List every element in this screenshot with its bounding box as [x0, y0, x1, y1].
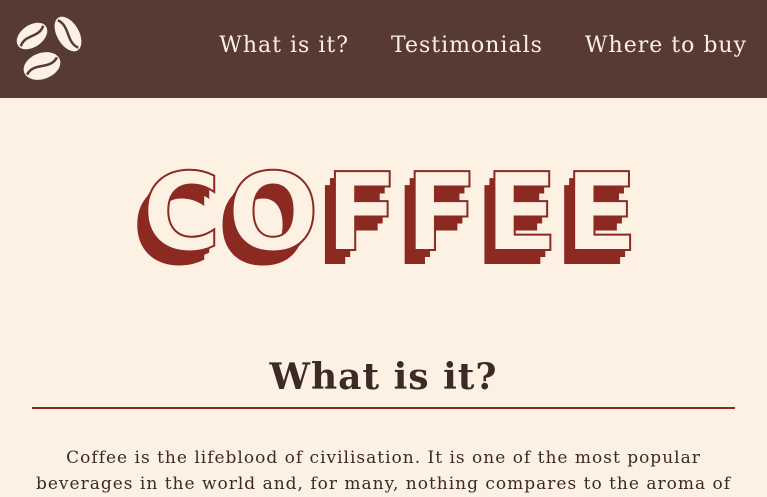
nav-link-testimonials[interactable]: Testimonials [391, 33, 543, 58]
section-divider [32, 407, 735, 409]
hero-logotype: COFFEE COFFEE COFFEE [132, 150, 644, 280]
top-navigation-bar: What is it? Testimonials Where to buy [0, 0, 767, 98]
nav-link-what-is-it[interactable]: What is it? [219, 33, 349, 58]
coffee-beans-icon[interactable] [10, 12, 88, 86]
hero-title: COFFEE [142, 151, 644, 276]
nav-link-where-to-buy[interactable]: Where to buy [585, 33, 747, 58]
main-nav: What is it? Testimonials Where to buy [219, 33, 747, 58]
section-paragraph: Coffee is the lifeblood of civilisation.… [35, 448, 732, 494]
section-heading: What is it? [269, 356, 498, 398]
